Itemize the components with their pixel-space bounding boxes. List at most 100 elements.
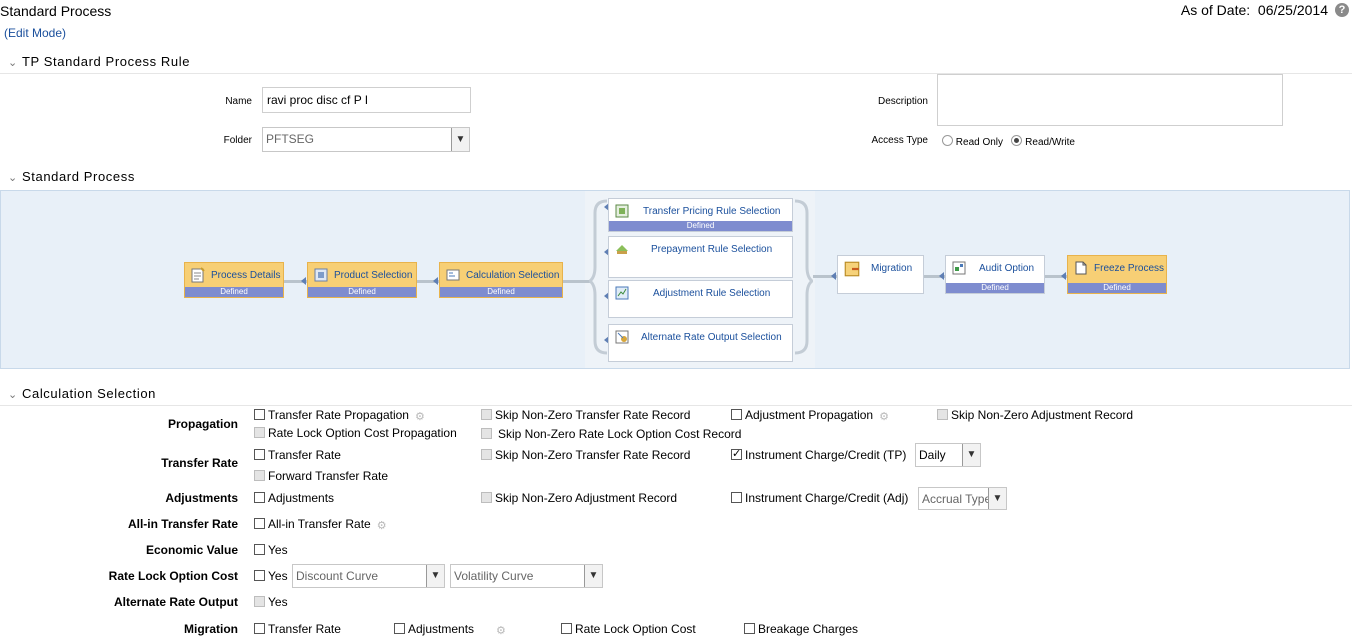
node-status: Defined bbox=[308, 287, 416, 297]
gear-icon[interactable]: ⚙ bbox=[879, 410, 893, 423]
audit-icon bbox=[952, 261, 966, 275]
node-label: Process Details bbox=[211, 270, 281, 281]
description-input[interactable] bbox=[937, 74, 1283, 126]
radio-read-write[interactable] bbox=[1011, 135, 1023, 146]
transfer-rate-propagation-checkbox[interactable] bbox=[254, 409, 265, 420]
node-calculation-selection[interactable]: Calculation Selection Defined bbox=[439, 262, 563, 298]
instrument-charge-tp-option[interactable]: Instrument Charge/Credit (TP) bbox=[731, 447, 906, 462]
all-in-transfer-rate-checkbox[interactable] bbox=[254, 518, 265, 529]
gear-icon[interactable]: ⚙ bbox=[377, 519, 391, 532]
node-process-details[interactable]: Process Details Defined bbox=[184, 262, 284, 298]
volatility-curve-value: Volatility Curve bbox=[454, 569, 534, 583]
rate-lock-propagation-checkbox[interactable] bbox=[254, 427, 265, 438]
rate-lock-option-cost-option[interactable]: Yes bbox=[254, 569, 288, 583]
alternate-rate-output-option[interactable]: Yes bbox=[254, 595, 288, 609]
frequency-value: Daily bbox=[919, 448, 946, 462]
tr-skip-nonzero-checkbox[interactable] bbox=[481, 449, 492, 460]
skip-nonzero-transfer-rate-checkbox[interactable] bbox=[481, 409, 492, 420]
node-alternate-rate-output-selection[interactable]: Alternate Rate Output Selection bbox=[608, 324, 793, 362]
transfer-rate-checkbox[interactable] bbox=[254, 449, 265, 460]
alternate-rate-output-checkbox[interactable] bbox=[254, 596, 265, 607]
rate-lock-option-cost-label: Rate Lock Option Cost bbox=[108, 569, 238, 583]
arrow-left-icon bbox=[831, 272, 836, 280]
migration-transfer-rate-checkbox[interactable] bbox=[254, 623, 265, 634]
adjustment-propagation-option[interactable]: Adjustment Propagation ⚙ bbox=[731, 408, 893, 423]
skip-nonzero-rate-lock-option[interactable]: Skip Non-Zero Rate Lock Option Cost Reco… bbox=[481, 427, 741, 441]
node-audit-option[interactable]: Audit Option Defined bbox=[945, 255, 1045, 294]
discount-curve-select[interactable]: Discount Curve ▼ bbox=[292, 564, 445, 588]
migration-transfer-rate-option[interactable]: Transfer Rate bbox=[254, 622, 341, 636]
volatility-curve-select[interactable]: Volatility Curve ▼ bbox=[450, 564, 603, 588]
help-icon[interactable]: ? bbox=[1335, 3, 1349, 17]
migration-rate-lock-checkbox[interactable] bbox=[561, 623, 572, 634]
migration-breakage-charges-option[interactable]: Breakage Charges bbox=[744, 622, 858, 636]
option-label: Yes bbox=[268, 569, 288, 583]
instrument-charge-adj-checkbox[interactable] bbox=[731, 492, 742, 503]
node-label: Product Selection bbox=[334, 270, 413, 281]
rate-lock-propagation-option[interactable]: Rate Lock Option Cost Propagation bbox=[254, 426, 457, 440]
adjustments-checkbox[interactable] bbox=[254, 492, 265, 503]
transfer-rate-propagation-option[interactable]: Transfer Rate Propagation ⚙ bbox=[254, 408, 429, 423]
migration-breakage-charges-checkbox[interactable] bbox=[744, 623, 755, 634]
gear-icon[interactable]: ⚙ bbox=[496, 624, 510, 637]
node-status: Defined bbox=[185, 287, 283, 297]
section-calculation-selection[interactable]: ⌄ Calculation Selection bbox=[0, 386, 1352, 406]
adj-skip-nonzero-checkbox[interactable] bbox=[481, 492, 492, 503]
name-input[interactable] bbox=[262, 87, 471, 113]
accrual-type-value: Accrual Type bbox=[922, 492, 992, 506]
all-in-transfer-rate-option[interactable]: All-in Transfer Rate ⚙ bbox=[254, 517, 391, 532]
node-migration[interactable]: Migration bbox=[837, 255, 924, 294]
node-label: Adjustment Rule Selection bbox=[653, 288, 771, 299]
option-label: Skip Non-Zero Adjustment Record bbox=[951, 408, 1134, 422]
option-label: Adjustment Propagation bbox=[745, 408, 874, 422]
left-brace-icon bbox=[589, 199, 608, 355]
node-adjustment-rule-selection[interactable]: Adjustment Rule Selection bbox=[608, 280, 793, 318]
instrument-charge-adj-option[interactable]: Instrument Charge/Credit (Adj) bbox=[731, 491, 908, 505]
adjustments-label: Adjustments bbox=[165, 491, 238, 505]
alternate-rate-output-label: Alternate Rate Output bbox=[113, 595, 238, 609]
section-title: TP Standard Process Rule bbox=[22, 54, 191, 69]
tr-skip-nonzero-option[interactable]: Skip Non-Zero Transfer Rate Record bbox=[481, 448, 690, 462]
node-freeze-process[interactable]: Freeze Process Defined bbox=[1067, 255, 1167, 294]
migration-adjustments-option[interactable]: Adjustments ⚙ bbox=[394, 622, 510, 637]
section-tp-standard-process-rule[interactable]: ⌄ TP Standard Process Rule bbox=[0, 54, 1352, 74]
prepayment-icon bbox=[616, 245, 628, 254]
instrument-charge-tp-checkbox[interactable] bbox=[731, 447, 742, 460]
name-label: Name bbox=[225, 96, 252, 107]
accrual-type-select[interactable]: Accrual Type ▼ bbox=[918, 487, 1007, 510]
forward-transfer-rate-option[interactable]: Forward Transfer Rate bbox=[254, 469, 388, 483]
folder-select[interactable]: PFTSEG ▼ bbox=[262, 127, 470, 152]
connector bbox=[562, 280, 590, 283]
migration-adjustments-checkbox[interactable] bbox=[394, 623, 405, 634]
skip-nonzero-adjustment-option[interactable]: Skip Non-Zero Adjustment Record bbox=[937, 408, 1133, 422]
economic-value-option[interactable]: Yes bbox=[254, 543, 288, 557]
economic-value-checkbox[interactable] bbox=[254, 544, 265, 555]
section-standard-process[interactable]: ⌄ Standard Process bbox=[0, 169, 1352, 189]
radio-read-write-label: Read/Write bbox=[1025, 137, 1075, 148]
radio-read-only[interactable] bbox=[942, 135, 953, 146]
forward-transfer-rate-checkbox[interactable] bbox=[254, 470, 265, 481]
page-title: Standard Process bbox=[0, 3, 112, 19]
adjustment-propagation-checkbox[interactable] bbox=[731, 409, 742, 420]
option-label: Skip Non-Zero Transfer Rate Record bbox=[495, 448, 691, 462]
document-icon bbox=[191, 267, 205, 283]
description-label: Description bbox=[877, 96, 928, 107]
skip-nonzero-transfer-rate-option[interactable]: Skip Non-Zero Transfer Rate Record bbox=[481, 408, 690, 422]
transfer-rate-option[interactable]: Transfer Rate bbox=[254, 448, 341, 462]
as-of-label: As of Date: bbox=[1180, 2, 1251, 18]
node-product-selection[interactable]: Product Selection Defined bbox=[307, 262, 417, 298]
as-of-value: 06/25/2014 bbox=[1257, 2, 1328, 18]
adj-skip-nonzero-option[interactable]: Skip Non-Zero Adjustment Record bbox=[481, 491, 677, 505]
node-transfer-pricing-rule-selection[interactable]: Transfer Pricing Rule Selection Defined bbox=[608, 198, 793, 232]
option-label: Adjustments bbox=[268, 491, 335, 505]
adjustments-option[interactable]: Adjustments bbox=[254, 491, 334, 505]
node-status: Defined bbox=[1068, 283, 1166, 293]
skip-nonzero-adjustment-checkbox[interactable] bbox=[937, 409, 948, 420]
node-label: Migration bbox=[871, 263, 913, 274]
skip-nonzero-rate-lock-checkbox[interactable] bbox=[481, 428, 492, 439]
frequency-select[interactable]: Daily ▼ bbox=[915, 443, 981, 467]
rate-lock-option-cost-checkbox[interactable] bbox=[254, 570, 265, 581]
node-prepayment-rule-selection[interactable]: Prepayment Rule Selection bbox=[608, 236, 793, 278]
gear-icon[interactable]: ⚙ bbox=[415, 410, 429, 423]
migration-rate-lock-option[interactable]: Rate Lock Option Cost bbox=[561, 622, 696, 636]
